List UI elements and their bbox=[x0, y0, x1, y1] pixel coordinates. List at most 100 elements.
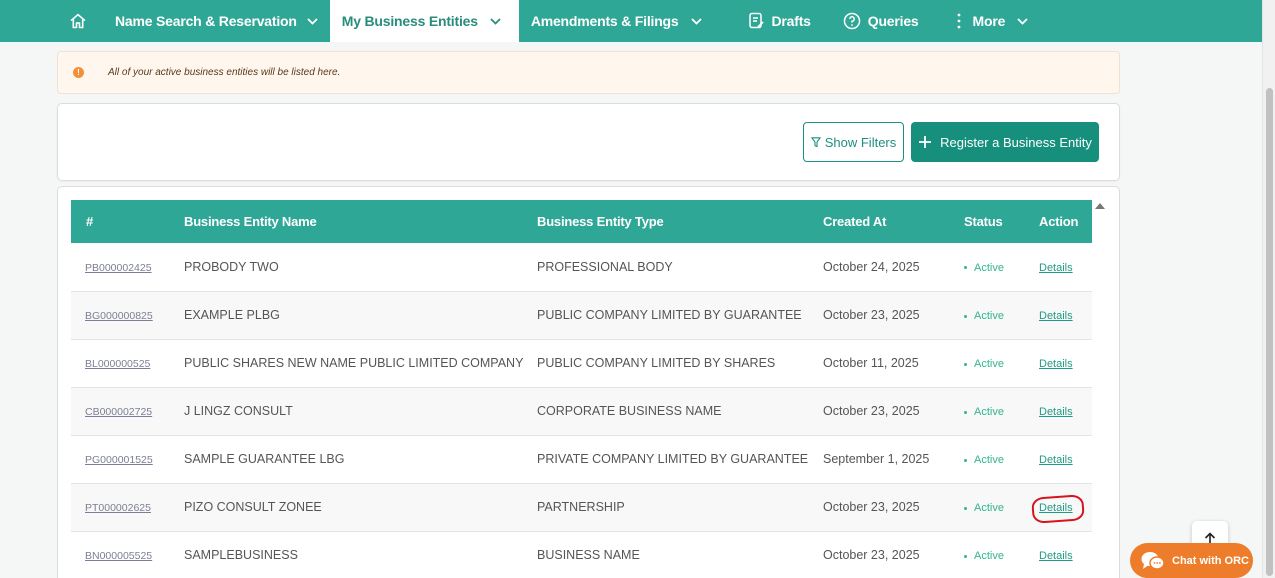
table-row: PG000001525 SAMPLE GUARANTEE LBG PRIVATE… bbox=[71, 435, 1092, 484]
filter-icon bbox=[810, 136, 821, 148]
entity-type: PARTNERSHIP bbox=[537, 483, 823, 532]
header-number: # bbox=[71, 200, 184, 243]
entity-id-link[interactable]: BL000000525 bbox=[85, 358, 150, 370]
nav-more-label: More bbox=[972, 13, 1006, 29]
banner-text: All of your active business entities wil… bbox=[108, 67, 341, 78]
entity-name: PIZO CONSULT ZONEE bbox=[184, 483, 537, 532]
table-row: CB000002725 J LINGZ CONSULT CORPORATE BU… bbox=[71, 387, 1092, 436]
status-text: Active bbox=[974, 261, 1004, 274]
entity-type: PRIVATE COMPANY LIMITED BY GUARANTEE bbox=[537, 435, 823, 484]
table-row: PT000002625 PIZO CONSULT ZONEE PARTNERSH… bbox=[71, 483, 1092, 532]
status-dot bbox=[964, 506, 967, 510]
nav-name-search[interactable]: Name Search & Reservation bbox=[103, 0, 330, 42]
header-status: Status bbox=[964, 200, 1039, 243]
status-dot bbox=[964, 314, 967, 318]
nav-drafts[interactable]: Drafts bbox=[736, 0, 823, 42]
created-at: September 1, 2025 bbox=[823, 435, 964, 484]
chat-with-orc-button[interactable]: Chat with ORC bbox=[1130, 543, 1253, 578]
entity-name: J LINGZ CONSULT bbox=[184, 387, 537, 436]
entities-table: # Business Entity Name Business Entity T… bbox=[71, 200, 1092, 578]
entity-id-link[interactable]: BN000005525 bbox=[85, 550, 152, 562]
entity-id-link[interactable]: PT000002625 bbox=[85, 502, 151, 514]
info-banner: ! All of your active business entities w… bbox=[57, 51, 1120, 94]
status-badge: Active bbox=[964, 550, 1004, 562]
status-text: Active bbox=[974, 454, 1004, 466]
details-link[interactable]: Details bbox=[1039, 310, 1073, 322]
chat-label: Chat with ORC bbox=[1172, 554, 1249, 567]
entity-name: PROBODY TWO bbox=[184, 243, 537, 292]
status-text: Active bbox=[974, 310, 1004, 322]
details-link[interactable]: Details bbox=[1039, 406, 1073, 418]
home-button[interactable] bbox=[58, 0, 98, 42]
details-link[interactable]: Details bbox=[1039, 454, 1073, 466]
entity-id-link[interactable]: PB000002425 bbox=[85, 262, 152, 274]
status-dot bbox=[964, 362, 967, 366]
entity-name: SAMPLEBUSINESS bbox=[184, 531, 537, 578]
entity-type: PROFESSIONAL BODY bbox=[537, 243, 823, 292]
document-edit-icon bbox=[748, 12, 765, 30]
chat-bubbles-icon bbox=[1140, 550, 1166, 572]
show-filters-label: Show Filters bbox=[824, 134, 897, 150]
chevron-down-icon bbox=[307, 17, 318, 25]
table-row: BG000000825 EXAMPLE PLBG PUBLIC COMPANY … bbox=[71, 291, 1092, 340]
entity-id-link[interactable]: BG000000825 bbox=[85, 310, 153, 322]
nav-my-business-entities-label: My Business Entities bbox=[341, 13, 478, 29]
status-text: Active bbox=[974, 502, 1004, 514]
vertical-dots-icon bbox=[957, 13, 961, 29]
entities-table-wrapper: # Business Entity Name Business Entity T… bbox=[71, 200, 1092, 578]
status-dot bbox=[964, 458, 967, 462]
created-at: October 23, 2025 bbox=[823, 387, 964, 436]
status-dot bbox=[964, 554, 967, 558]
entities-table-card: # Business Entity Name Business Entity T… bbox=[57, 186, 1120, 578]
status-badge: Active bbox=[964, 310, 1004, 322]
status-text: Active bbox=[974, 550, 1004, 562]
table-body: PB000002425 PROBODY TWO PROFESSIONAL BOD… bbox=[71, 243, 1092, 578]
nav-amendments-filings[interactable]: Amendments & Filings bbox=[519, 0, 714, 42]
entity-name: SAMPLE GUARANTEE LBG bbox=[184, 435, 537, 484]
chevron-down-icon bbox=[490, 17, 501, 25]
status-badge: Active bbox=[964, 358, 1004, 370]
entity-type: PUBLIC COMPANY LIMITED BY GUARANTEE bbox=[537, 291, 823, 340]
table-row: BN000005525 SAMPLEBUSINESS BUSINESS NAME… bbox=[71, 531, 1092, 578]
status-badge: Active bbox=[964, 262, 1004, 274]
home-icon bbox=[69, 12, 87, 30]
created-at: October 23, 2025 bbox=[823, 531, 964, 578]
entity-id-link[interactable]: CB000002725 bbox=[85, 406, 152, 418]
nav-queries-label: Queries bbox=[867, 13, 919, 29]
scrollbar-thumb[interactable] bbox=[1266, 88, 1273, 576]
register-business-entity-label: Register a Business Entity bbox=[940, 134, 1092, 150]
header-entity-name: Business Entity Name bbox=[184, 200, 537, 243]
nav-more[interactable]: More bbox=[945, 0, 1041, 42]
chevron-down-icon bbox=[1017, 17, 1028, 25]
table-row: PB000002425 PROBODY TWO PROFESSIONAL BOD… bbox=[71, 243, 1092, 292]
table-row: BL000000525 PUBLIC SHARES NEW NAME PUBLI… bbox=[71, 339, 1092, 388]
status-dot bbox=[964, 266, 967, 270]
entity-type: PUBLIC COMPANY LIMITED BY SHARES bbox=[537, 339, 823, 388]
show-filters-button[interactable]: Show Filters bbox=[803, 122, 904, 162]
nav-my-business-entities[interactable]: My Business Entities bbox=[329, 0, 519, 42]
details-link[interactable]: Details bbox=[1039, 262, 1073, 274]
nav-queries[interactable]: Queries bbox=[831, 0, 931, 42]
status-badge: Active bbox=[964, 406, 1004, 418]
status-text: Active bbox=[974, 358, 1004, 370]
chevron-down-icon bbox=[690, 17, 702, 25]
register-business-entity-button[interactable]: Register a Business Entity bbox=[911, 122, 1099, 162]
details-link[interactable]: Details bbox=[1039, 358, 1073, 370]
details-link-highlighted[interactable]: Details bbox=[1039, 502, 1073, 514]
nav-amendments-filings-label: Amendments & Filings bbox=[530, 13, 679, 29]
details-link[interactable]: Details bbox=[1039, 550, 1073, 562]
status-text: Active bbox=[974, 406, 1004, 418]
created-at: October 23, 2025 bbox=[823, 291, 964, 340]
created-at: October 23, 2025 bbox=[823, 483, 964, 532]
top-navigation: Name Search & Reservation My Business En… bbox=[0, 0, 1262, 42]
plus-icon bbox=[918, 135, 932, 149]
entity-id-link[interactable]: PG000001525 bbox=[85, 454, 153, 466]
entity-name: PUBLIC SHARES NEW NAME PUBLIC LIMITED CO… bbox=[184, 339, 537, 388]
entity-type: BUSINESS NAME bbox=[537, 531, 823, 578]
alert-circle-icon: ! bbox=[73, 67, 84, 78]
status-badge: Active bbox=[964, 502, 1004, 514]
table-scroll-up-caret-icon[interactable] bbox=[1095, 203, 1105, 209]
nav-name-search-label: Name Search & Reservation bbox=[115, 13, 297, 29]
created-at: October 24, 2025 bbox=[823, 243, 964, 292]
page-scrollbar[interactable] bbox=[1262, 0, 1275, 578]
